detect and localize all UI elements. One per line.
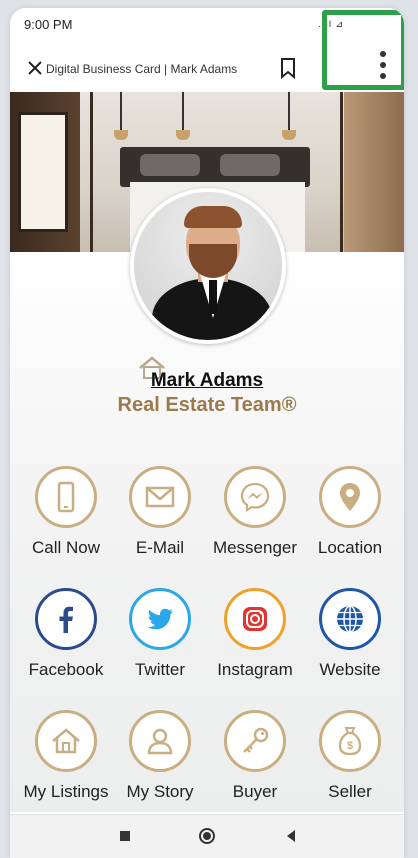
- buyer-button[interactable]: Buyer: [207, 710, 303, 810]
- instagram-button[interactable]: Instagram: [207, 588, 303, 688]
- location-button[interactable]: Location: [302, 466, 398, 566]
- tile-label: My Listings: [23, 782, 109, 801]
- my-listings-button[interactable]: My Listings: [18, 710, 114, 810]
- avatar: [130, 188, 286, 344]
- circle-icon: [199, 828, 215, 844]
- back-triangle-icon: [287, 830, 295, 842]
- status-time: 9:00 PM: [24, 17, 73, 32]
- location-pin-icon: [340, 483, 360, 511]
- tile-label: Location: [317, 538, 383, 557]
- tile-label: My Story: [126, 782, 194, 801]
- tile-label: Messenger: [212, 538, 298, 557]
- page-title: Digital Business Card | Mark Adams: [46, 62, 238, 76]
- tile-label: Twitter: [134, 660, 186, 679]
- svg-text:$: $: [347, 740, 353, 752]
- messenger-button[interactable]: Messenger: [207, 466, 303, 566]
- twitter-icon: [147, 608, 173, 630]
- tile-label: Website: [319, 660, 381, 679]
- tile-label: Call Now: [31, 538, 101, 557]
- website-button[interactable]: Website: [302, 588, 398, 688]
- mail-icon: [145, 486, 175, 508]
- phone-screen: 9:00 PM ..ıl ⊿ Digital Business Card | M…: [10, 8, 404, 858]
- system-nav-bar: [10, 814, 404, 858]
- more-options-button[interactable]: [370, 46, 396, 86]
- twitter-button[interactable]: Twitter: [112, 588, 208, 688]
- tile-label: Instagram: [217, 660, 293, 679]
- globe-icon: [337, 605, 363, 633]
- phone-icon: [57, 481, 75, 513]
- recent-apps-button[interactable]: [114, 825, 136, 847]
- close-icon: [28, 61, 42, 75]
- home-button[interactable]: [196, 825, 218, 847]
- money-bag-icon: $: [338, 727, 362, 756]
- team-name: Real Estate Team®: [117, 394, 297, 416]
- my-story-button[interactable]: My Story: [112, 710, 208, 810]
- brand-block: Mark Adams Real Estate Team®: [10, 356, 404, 426]
- call-now-button[interactable]: Call Now: [18, 466, 114, 566]
- messenger-icon: [240, 482, 270, 513]
- facebook-button[interactable]: Facebook: [18, 588, 114, 688]
- bookmark-button[interactable]: [276, 55, 300, 81]
- person-icon: [147, 728, 173, 755]
- key-icon: [243, 727, 269, 753]
- bookmark-icon: [281, 58, 295, 80]
- back-button[interactable]: [280, 825, 302, 847]
- seller-button[interactable]: $ Seller: [302, 710, 398, 810]
- tile-label: E-Mail: [135, 538, 185, 557]
- instagram-icon: [243, 607, 267, 631]
- square-icon: [120, 831, 130, 841]
- tile-label: Buyer: [232, 782, 278, 801]
- tile-label: Seller: [328, 782, 372, 801]
- close-button[interactable]: [24, 57, 46, 79]
- house-icon: [52, 728, 80, 754]
- agent-name: Mark Adams: [150, 370, 264, 391]
- tile-label: Facebook: [28, 660, 104, 679]
- facebook-icon: [59, 606, 73, 633]
- email-button[interactable]: E-Mail: [112, 466, 208, 566]
